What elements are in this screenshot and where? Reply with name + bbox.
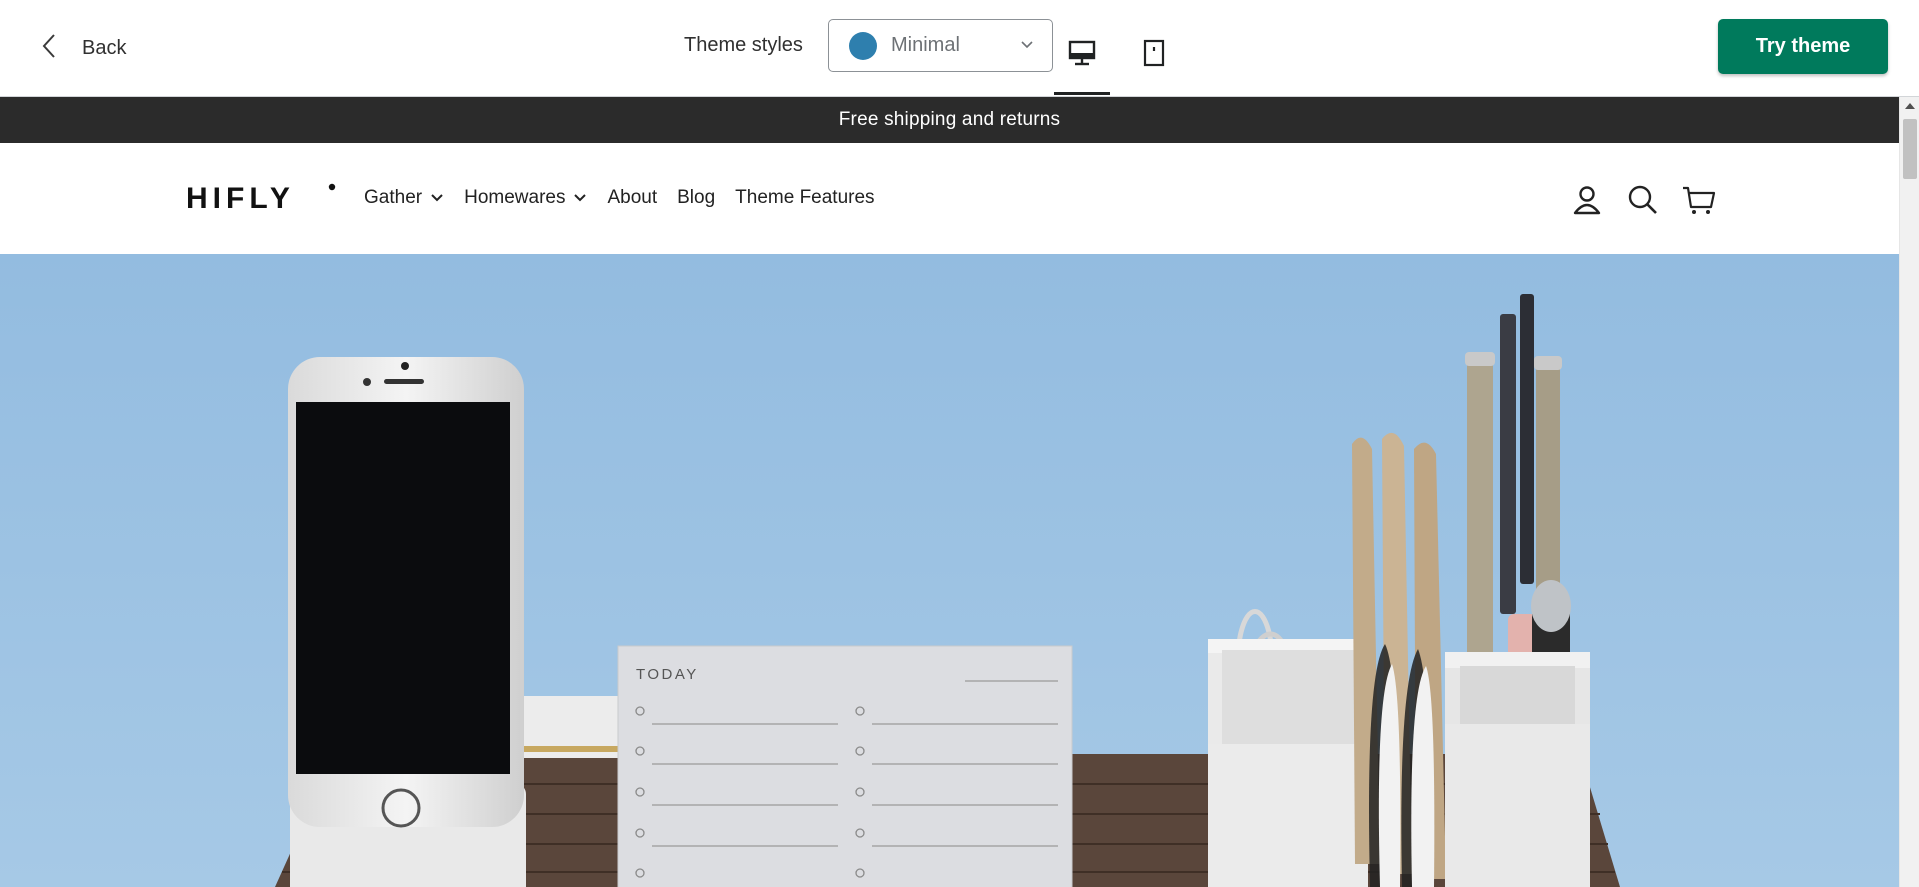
chevron-down-icon: [565, 187, 587, 209]
preview-toolbar: Back Theme styles Minimal Try theme: [0, 0, 1919, 97]
cart-icon[interactable]: [1682, 183, 1716, 217]
nav-item-gather[interactable]: Gather: [364, 187, 444, 209]
search-icon[interactable]: [1626, 183, 1660, 217]
chevron-down-icon: [1020, 38, 1034, 52]
mobile-view-button[interactable]: [1126, 25, 1182, 95]
header-actions: [1570, 183, 1716, 217]
nav-item-about[interactable]: About: [607, 187, 657, 209]
scrollbar-thumb[interactable]: [1903, 119, 1917, 179]
theme-style-select[interactable]: Minimal: [828, 19, 1053, 72]
back-label: Back: [82, 36, 127, 59]
store-header: HIFLY Gather Homewares About Blog Theme …: [0, 143, 1899, 254]
mobile-icon: [1139, 38, 1169, 95]
theme-styles-label: Theme styles: [684, 34, 803, 56]
chevron-left-icon: [38, 29, 60, 68]
scroll-up-arrow-icon[interactable]: [1905, 103, 1915, 109]
nav-label: Blog: [677, 187, 716, 208]
chevron-down-icon: [422, 187, 444, 209]
theme-style-value: Minimal: [891, 34, 960, 56]
hero-image: TODAY: [0, 254, 1899, 887]
back-button[interactable]: Back: [38, 30, 126, 66]
store-logo[interactable]: HIFLY: [186, 181, 338, 218]
color-swatch: [849, 31, 877, 60]
main-nav: Gather Homewares About Blog Theme Featur…: [364, 187, 895, 209]
desktop-view-button[interactable]: [1054, 25, 1110, 95]
nav-item-blog[interactable]: Blog: [677, 187, 715, 209]
logo-text: HIFLY: [186, 182, 295, 213]
nav-item-homewares[interactable]: Homewares: [464, 187, 587, 209]
desktop-icon: [1067, 38, 1097, 92]
nav-item-theme-features[interactable]: Theme Features: [735, 187, 874, 209]
note-title: TODAY: [636, 666, 699, 683]
theme-preview-frame: Free shipping and returns HIFLY Gather H…: [0, 97, 1899, 887]
announcement-bar: Free shipping and returns: [0, 97, 1899, 143]
nav-label: Homewares: [464, 187, 566, 208]
nav-label: Theme Features: [735, 187, 875, 208]
nav-label: About: [607, 187, 658, 208]
account-icon[interactable]: [1570, 183, 1604, 217]
page-scrollbar[interactable]: [1899, 97, 1919, 887]
try-theme-button[interactable]: Try theme: [1718, 19, 1888, 74]
nav-label: Gather: [364, 187, 423, 208]
